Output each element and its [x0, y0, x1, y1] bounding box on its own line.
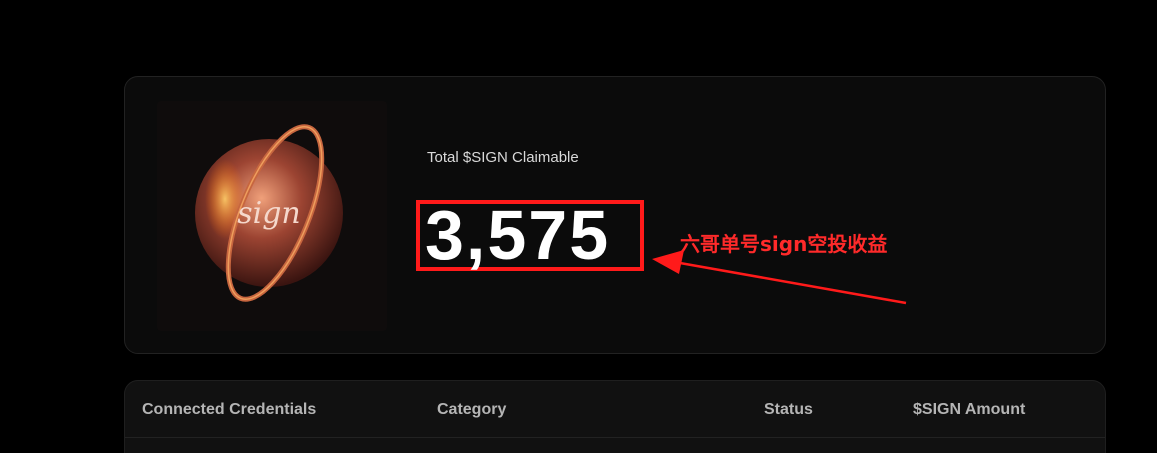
column-header-status[interactable]: Status	[764, 401, 813, 419]
table-header: Connected Credentials Category Status $S…	[125, 381, 1105, 438]
column-header-amount[interactable]: $SIGN Amount	[913, 401, 1025, 419]
credentials-table: Connected Credentials Category Status $S…	[124, 380, 1106, 453]
page: sign Total $SIGN Claimable 3,575 六哥单号sig…	[0, 0, 1157, 453]
column-header-credentials[interactable]: Connected Credentials	[142, 401, 316, 419]
column-header-category[interactable]: Category	[437, 401, 506, 419]
